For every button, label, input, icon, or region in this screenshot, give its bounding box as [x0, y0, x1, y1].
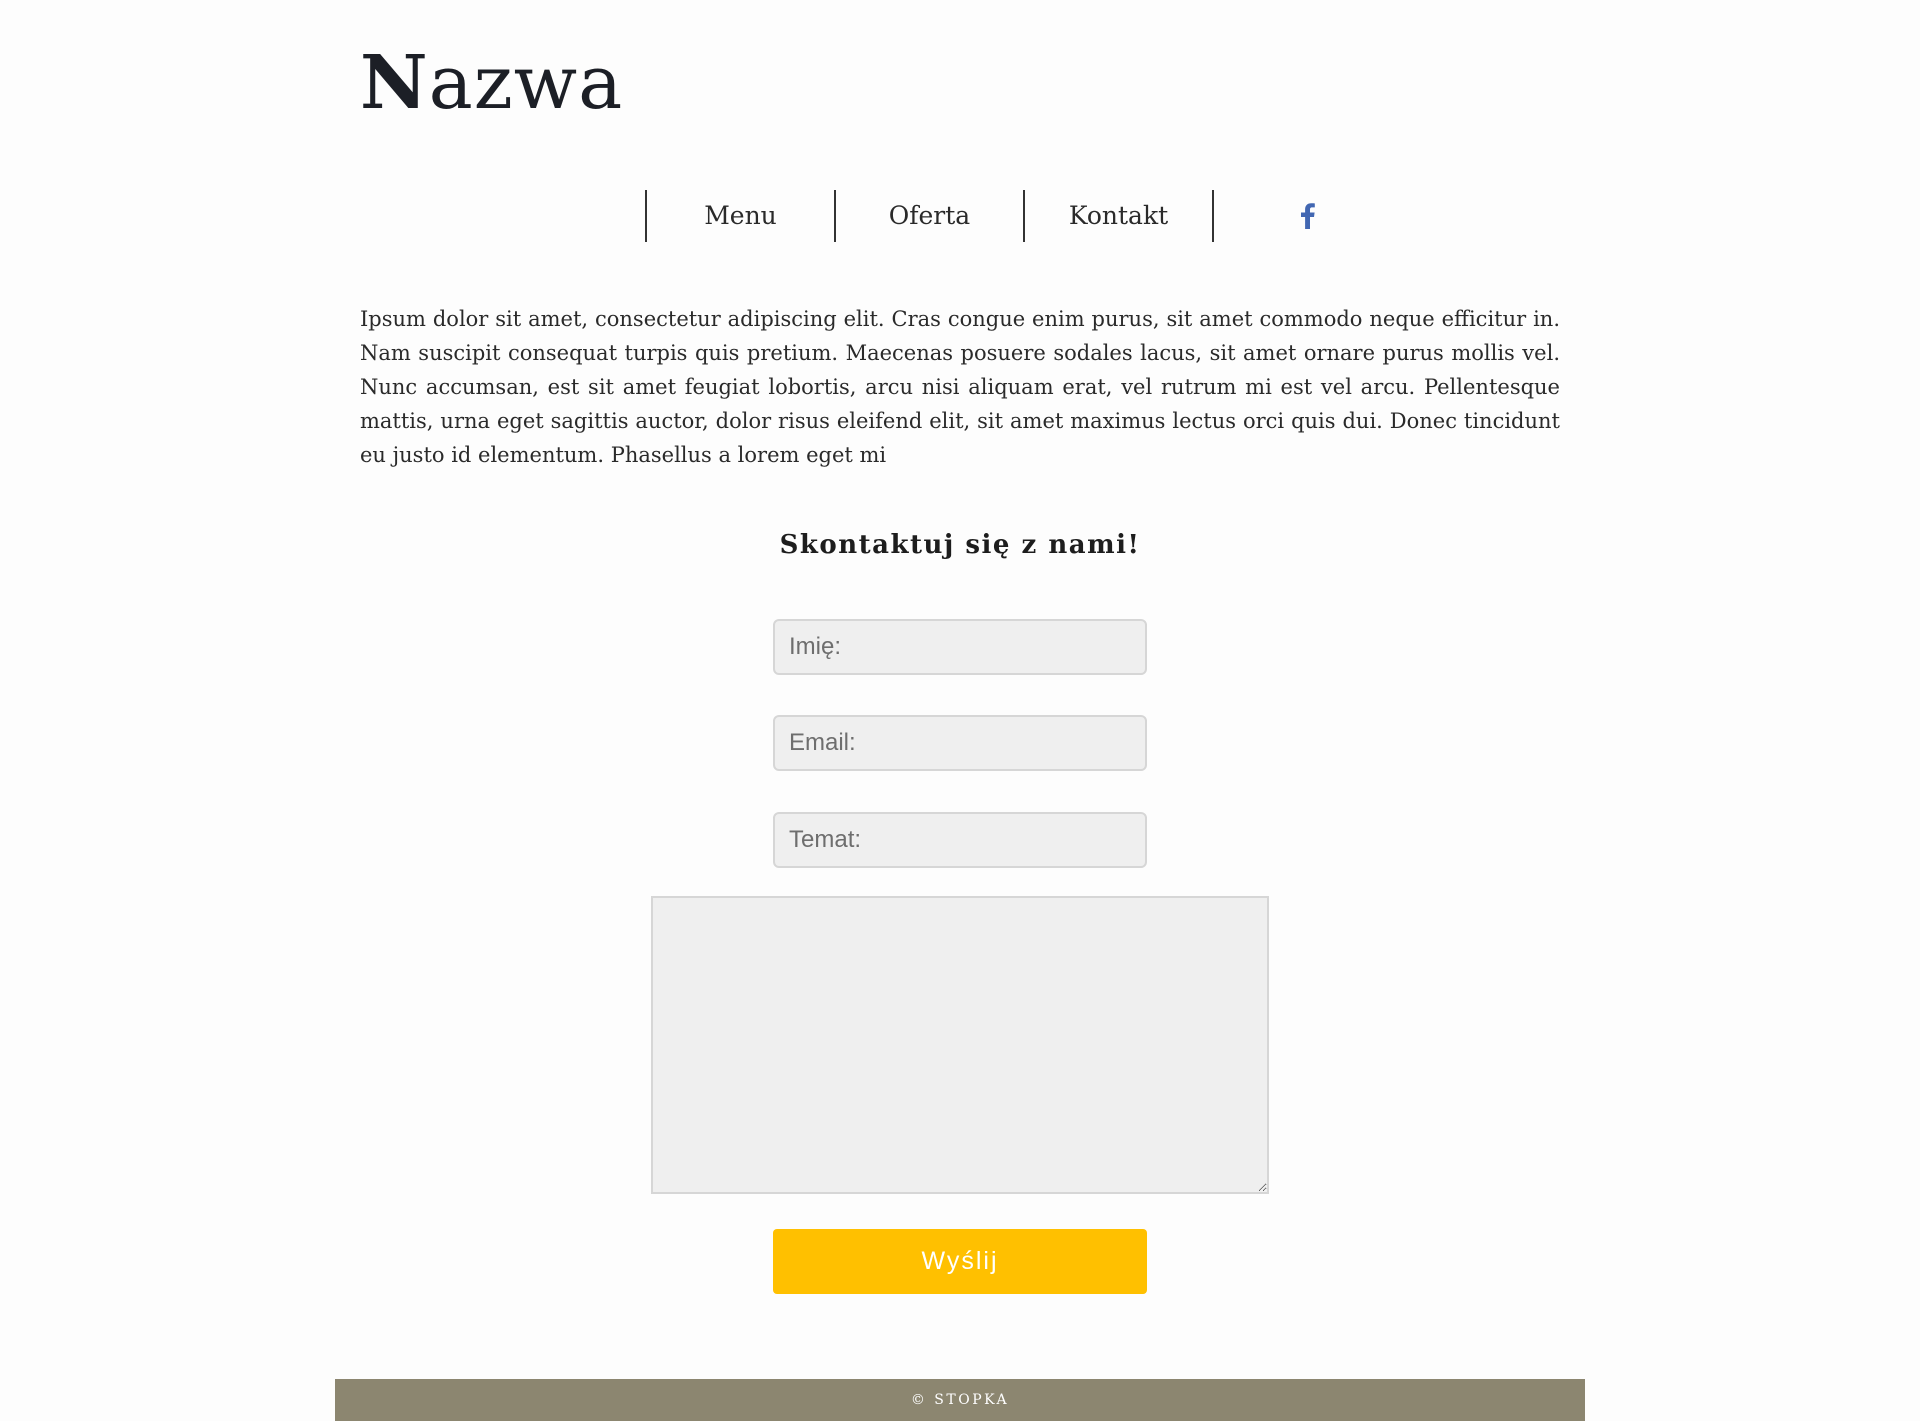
name-input[interactable] [773, 619, 1147, 675]
site-logo[interactable]: Nazwa [360, 38, 623, 128]
facebook-icon [1300, 203, 1315, 229]
page: Nazwa Menu Oferta Kontakt Ipsum dolor si… [335, 0, 1585, 1421]
contact-heading: Skontaktuj się z nami! [779, 530, 1141, 560]
nav-item-menu[interactable]: Menu [647, 190, 834, 242]
email-input[interactable] [773, 715, 1147, 771]
site-logo-rest: azwa [428, 40, 624, 126]
nav-item-oferta[interactable]: Oferta [836, 190, 1023, 242]
nav-item-kontakt[interactable]: Kontakt [1025, 190, 1212, 242]
message-textarea[interactable] [651, 896, 1269, 1194]
submit-button[interactable]: Wyślij [773, 1229, 1147, 1294]
footer: © STOPKA [335, 1379, 1585, 1421]
main-nav: Menu Oferta Kontakt [645, 190, 1401, 242]
subject-input[interactable] [773, 812, 1147, 868]
footer-text: © STOPKA [910, 1392, 1010, 1408]
facebook-link[interactable] [1214, 190, 1401, 242]
intro-text: Ipsum dolor sit amet, consectetur adipis… [360, 307, 1560, 467]
site-logo-initial: N [360, 40, 429, 126]
